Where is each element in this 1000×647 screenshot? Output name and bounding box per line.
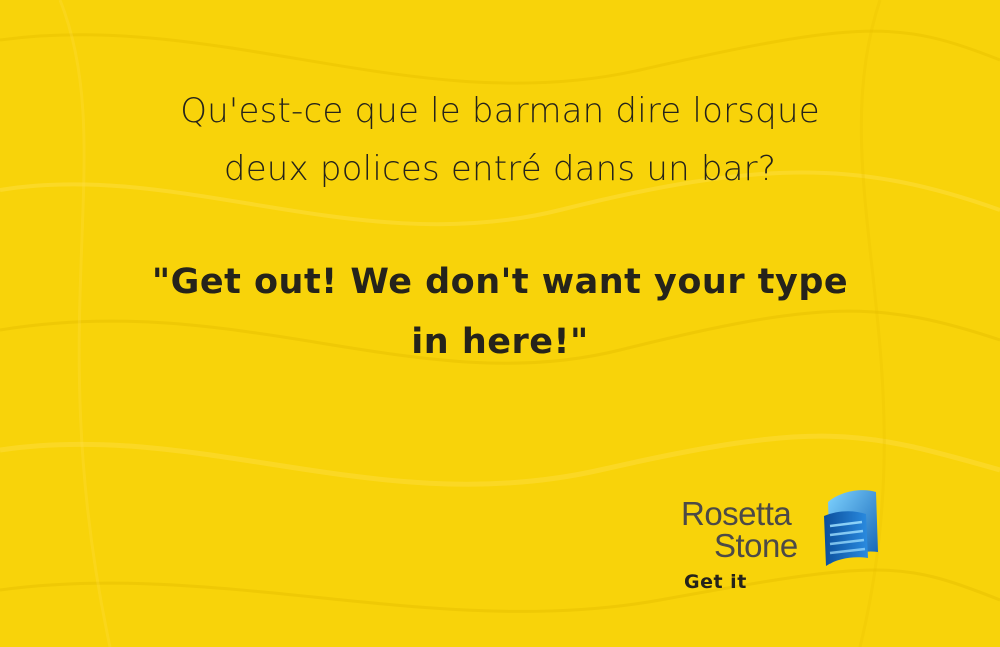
joke-punchline-line: in here!" <box>411 322 589 362</box>
joke-punchline-line: "Get out! We don't want your type <box>151 262 849 302</box>
joke-question: Qu'est-ce que le barman dire lorsque deu… <box>50 82 950 198</box>
get-it-link[interactable]: Get it <box>684 570 747 594</box>
joke-question-line: Qu'est-ce que le barman dire lorsque <box>180 91 820 131</box>
rosetta-stone-logo-icon <box>824 490 878 566</box>
joke-punchline: "Get out! We don't want your type in her… <box>50 252 950 372</box>
brand-name-line: Stone <box>714 527 798 564</box>
joke-question-line: deux polices entré dans un bar? <box>223 149 777 189</box>
brand-block: Rosetta Stone Get it <box>676 490 886 604</box>
ad-card: Qu'est-ce que le barman dire lorsque deu… <box>0 0 1000 647</box>
